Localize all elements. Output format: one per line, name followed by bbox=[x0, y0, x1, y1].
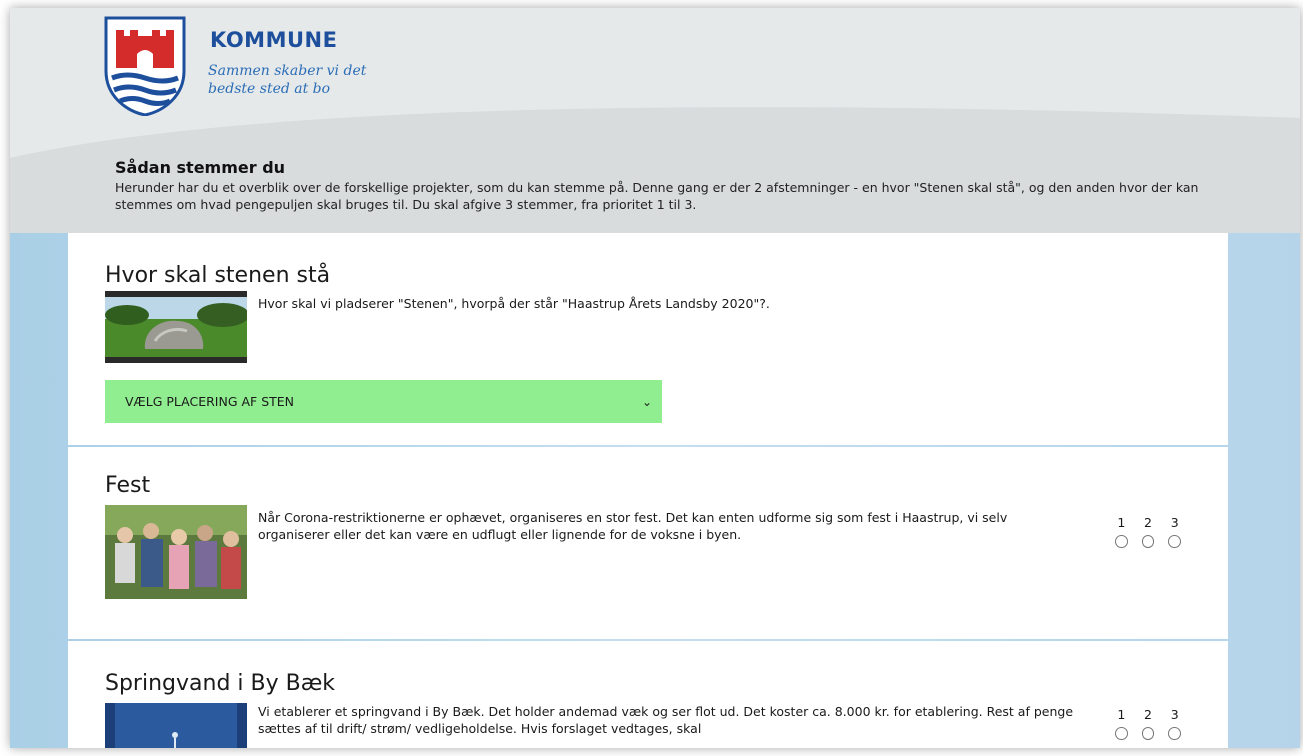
project-title: Hvor skal stenen stå bbox=[105, 263, 331, 288]
priority-radio-2[interactable] bbox=[1141, 727, 1155, 740]
priority-label-2: 2 bbox=[1144, 515, 1152, 530]
intro-text: Herunder har du et overblik over de fors… bbox=[115, 180, 1199, 212]
project-title: Fest bbox=[105, 473, 151, 498]
page-frame: KOMMUNE Sammen skaber vi det bedste sted… bbox=[10, 8, 1300, 748]
header: KOMMUNE Sammen skaber vi det bedste sted… bbox=[10, 8, 1300, 233]
project-title: Springvand i By Bæk bbox=[105, 671, 336, 696]
intro-section: Sådan stemmer du Herunder har du et over… bbox=[115, 158, 1215, 213]
priority-label-2: 2 bbox=[1144, 707, 1152, 722]
stone-placement-select[interactable]: VÆLG PLACERING AF STEN ⌄ bbox=[105, 380, 662, 423]
project-card: Fest Når Corona-restriktionerne er ophæv… bbox=[68, 447, 1228, 639]
project-description: Vi etablerer et springvand i By Bæk. Det… bbox=[258, 704, 1074, 736]
priority-radio-1[interactable] bbox=[1115, 727, 1128, 740]
priority-radio-1[interactable] bbox=[1115, 535, 1128, 548]
logo-tagline: Sammen skaber vi det bedste sted at bo bbox=[208, 62, 448, 98]
project-card: Springvand i By Bæk Vi etablerer et spri… bbox=[68, 641, 1228, 748]
project-card: Hvor skal stenen stå Hvor skal vi pladse… bbox=[68, 233, 1228, 445]
project-description: Hvor skal vi pladserer "Stenen", hvorpå … bbox=[258, 296, 770, 311]
priority-radio-2[interactable] bbox=[1141, 535, 1155, 548]
priority-label-3: 3 bbox=[1170, 707, 1179, 722]
priority-radio-3[interactable] bbox=[1168, 727, 1182, 740]
tagline-line-1: Sammen skaber vi det bbox=[208, 63, 367, 79]
project-description: Når Corona-restriktionerne er ophævet, o… bbox=[258, 510, 1008, 542]
select-value: VÆLG PLACERING AF STEN bbox=[125, 394, 295, 409]
priority-radio-3[interactable] bbox=[1168, 535, 1182, 548]
priority-label-1: 1 bbox=[1117, 515, 1126, 530]
project-thumbnail-fountain bbox=[105, 703, 247, 748]
priority-selector: 1 2 3 bbox=[1108, 707, 1188, 740]
tagline-line-2: bedste sted at bo bbox=[208, 81, 331, 97]
priority-selector: 1 2 3 bbox=[1108, 515, 1188, 548]
logo-name: KOMMUNE bbox=[210, 28, 338, 52]
chevron-down-icon: ⌄ bbox=[641, 394, 653, 409]
priority-label-1: 1 bbox=[1117, 707, 1126, 722]
intro-title: Sådan stemmer du bbox=[115, 158, 286, 177]
project-thumbnail-party bbox=[105, 505, 247, 599]
priority-label-3: 3 bbox=[1170, 515, 1179, 530]
project-thumbnail-stone bbox=[105, 291, 247, 363]
municipality-shield-logo[interactable] bbox=[102, 16, 188, 116]
